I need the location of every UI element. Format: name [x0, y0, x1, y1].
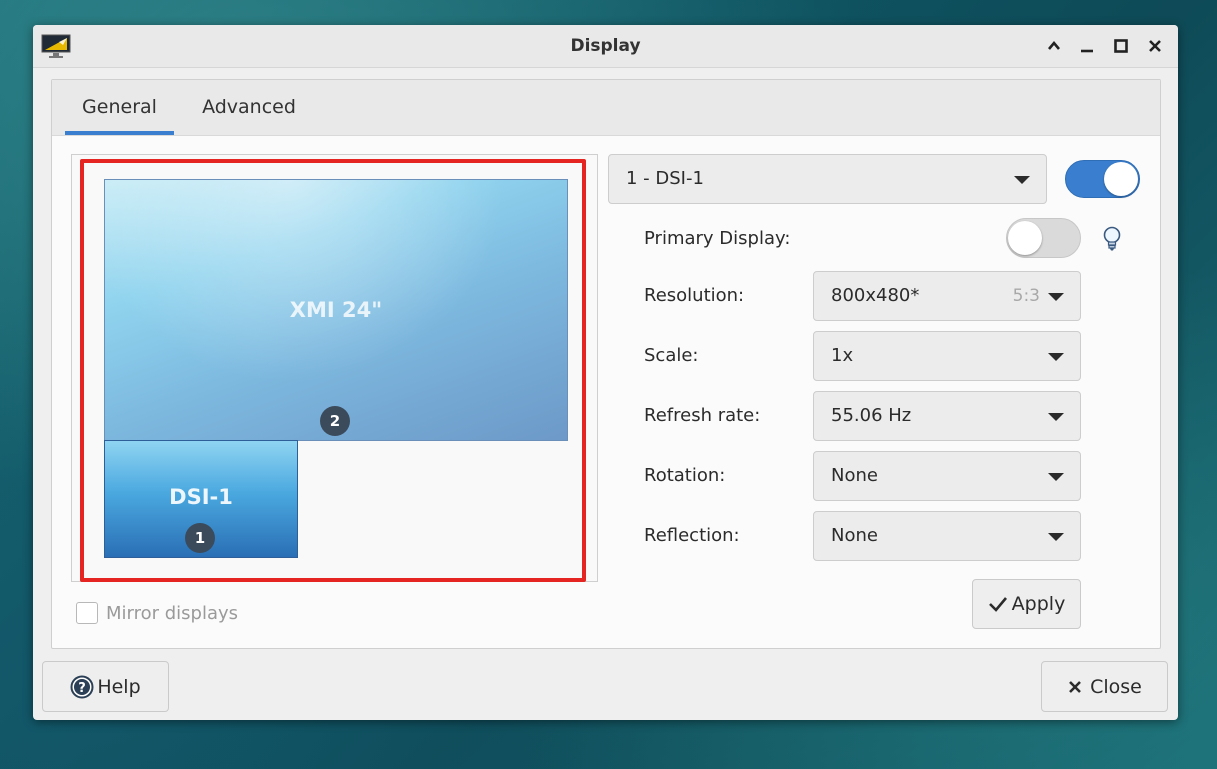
- dropdown-arrow-icon: [1048, 293, 1064, 301]
- apply-button-label: Apply: [1011, 593, 1066, 615]
- display-select-value: 1 - DSI-1: [626, 168, 704, 189]
- window-title: Display: [570, 36, 641, 56]
- close-window-button[interactable]: [1142, 34, 1168, 58]
- display-settings-window: Display General Advanced XMI 24" 2 DSI-1…: [33, 25, 1178, 720]
- rotation-label: Rotation:: [644, 465, 726, 486]
- scale-select[interactable]: 1x: [813, 331, 1081, 381]
- shade-button[interactable]: [1041, 34, 1067, 58]
- refresh-rate-label: Refresh rate:: [644, 405, 761, 426]
- mirror-displays-option[interactable]: Mirror displays: [76, 600, 238, 626]
- maximize-button[interactable]: [1108, 34, 1134, 58]
- tab-advanced[interactable]: Advanced: [192, 80, 306, 135]
- close-button-label: Close: [1090, 675, 1142, 698]
- apply-button[interactable]: Apply: [972, 579, 1081, 629]
- resolution-label: Resolution:: [644, 285, 745, 306]
- display-enable-switch[interactable]: [1065, 160, 1140, 198]
- tab-general[interactable]: General: [65, 80, 174, 135]
- tab-bar: General Advanced: [52, 80, 1160, 136]
- dropdown-arrow-icon: [1014, 176, 1030, 184]
- refresh-rate-value: 55.06 Hz: [831, 405, 912, 426]
- dropdown-arrow-icon: [1048, 353, 1064, 361]
- close-icon: [1149, 40, 1161, 52]
- help-button[interactable]: ? Help: [42, 661, 169, 712]
- dropdown-arrow-icon: [1048, 533, 1064, 541]
- close-icon: [1069, 680, 1082, 693]
- reflection-select[interactable]: None: [813, 511, 1081, 561]
- help-icon: ?: [70, 675, 94, 698]
- reflection-label: Reflection:: [644, 525, 740, 546]
- dropdown-arrow-icon: [1048, 413, 1064, 421]
- rotation-select[interactable]: None: [813, 451, 1081, 501]
- rotation-value: None: [831, 465, 878, 486]
- mirror-displays-label: Mirror displays: [106, 602, 239, 624]
- dropdown-arrow-icon: [1048, 473, 1064, 481]
- help-button-label: Help: [97, 675, 141, 698]
- scale-label: Scale:: [644, 345, 699, 366]
- maximize-icon: [1114, 39, 1128, 53]
- resolution-value: 800x480*: [831, 285, 920, 306]
- resolution-ratio: 5:3: [1012, 286, 1040, 306]
- svg-text:?: ?: [79, 681, 87, 696]
- primary-display-switch[interactable]: [1006, 218, 1081, 258]
- display-select[interactable]: 1 - DSI-1: [608, 154, 1047, 204]
- chevron-up-icon: [1048, 40, 1060, 50]
- close-button[interactable]: Close: [1041, 661, 1168, 712]
- settings-panel: General Advanced XMI 24" 2 DSI-1 1 Mirro…: [51, 79, 1161, 649]
- reflection-value: None: [831, 525, 878, 546]
- refresh-rate-select[interactable]: 55.06 Hz: [813, 391, 1081, 441]
- selection-highlight: [80, 159, 586, 582]
- minimize-button[interactable]: [1074, 34, 1100, 58]
- titlebar: Display: [33, 25, 1178, 68]
- checkmark-icon: [988, 597, 1007, 612]
- mirror-displays-checkbox[interactable]: [76, 602, 98, 624]
- resolution-select[interactable]: 800x480* 5:3: [813, 271, 1081, 321]
- primary-display-label: Primary Display:: [644, 228, 791, 249]
- minimize-icon: [1081, 49, 1093, 53]
- scale-value: 1x: [831, 345, 854, 366]
- lightbulb-icon[interactable]: [1101, 226, 1123, 252]
